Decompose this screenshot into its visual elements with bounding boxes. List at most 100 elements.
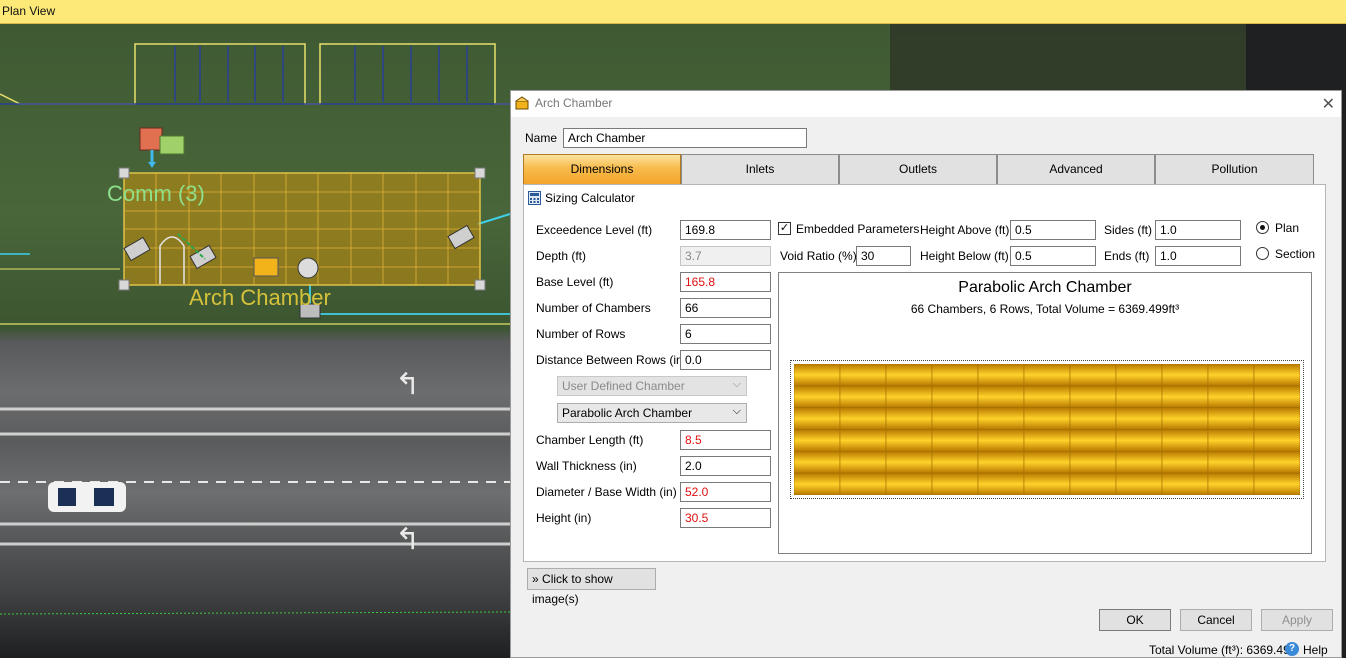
height-above-field[interactable]: 0.5 bbox=[1010, 220, 1096, 240]
plan-radio[interactable] bbox=[1256, 221, 1269, 234]
chamber-cell bbox=[977, 363, 1025, 387]
chamber-preview: Parabolic Arch Chamber 66 Chambers, 6 Ro… bbox=[778, 272, 1312, 554]
arch-chamber-dialog: Arch Chamber ✕ Name Arch Chamber Dimensi… bbox=[510, 90, 1342, 658]
apply-button[interactable]: Apply bbox=[1261, 609, 1333, 631]
chamber-cell bbox=[1023, 385, 1071, 408]
chamber-cell bbox=[1253, 472, 1301, 496]
chamber-cell bbox=[1023, 407, 1071, 430]
chamber-length-label: Chamber Length (ft) bbox=[536, 433, 644, 447]
tab-advanced[interactable]: Advanced bbox=[997, 154, 1155, 185]
chamber-cell bbox=[885, 429, 933, 452]
map-label-arch-chamber[interactable]: Arch Chamber bbox=[189, 285, 331, 311]
chamber-cell bbox=[1115, 451, 1163, 474]
name-label: Name bbox=[525, 131, 558, 145]
wall-thickness-field[interactable]: 2.0 bbox=[680, 456, 771, 476]
chamber-cell bbox=[1253, 451, 1301, 474]
exceedence-label: Exceedence Level (ft) bbox=[536, 223, 653, 237]
calculator-icon[interactable] bbox=[528, 191, 541, 205]
chamber-cell bbox=[1069, 429, 1117, 452]
chamber-cell bbox=[839, 385, 887, 408]
chamber-cell bbox=[977, 451, 1025, 474]
height-below-label: Height Below (ft) bbox=[920, 249, 1009, 263]
height-above-label: Height Above (ft) bbox=[920, 223, 1010, 237]
chamber-cell bbox=[1069, 451, 1117, 474]
chamber-cell bbox=[1161, 407, 1209, 430]
diameter-label: Diameter / Base Width (in) bbox=[536, 485, 677, 499]
map-label-comm[interactable]: Comm (3) bbox=[107, 181, 205, 207]
void-ratio-label: Void Ratio (%) bbox=[780, 249, 857, 263]
chamber-cell bbox=[1023, 363, 1071, 387]
tab-pollution[interactable]: Pollution bbox=[1155, 154, 1314, 185]
chamber-cell bbox=[885, 385, 933, 408]
preview-subtitle: 66 Chambers, 6 Rows, Total Volume = 6369… bbox=[910, 302, 1180, 316]
name-field[interactable]: Arch Chamber bbox=[563, 128, 807, 148]
close-icon[interactable]: ✕ bbox=[1322, 94, 1335, 114]
tab-inlets[interactable]: Inlets bbox=[681, 154, 839, 185]
chamber-cell bbox=[1023, 451, 1071, 474]
cancel-button[interactable]: Cancel bbox=[1180, 609, 1252, 631]
chamber-cell bbox=[885, 407, 933, 430]
depth-label: Depth (ft) bbox=[536, 249, 587, 263]
section-radio[interactable] bbox=[1256, 247, 1269, 260]
chamber-cell bbox=[839, 429, 887, 452]
chamber-cell bbox=[1023, 429, 1071, 452]
base-level-field[interactable]: 165.8 bbox=[680, 272, 771, 292]
plan-view-titlebar: Plan View bbox=[0, 0, 1346, 24]
chamber-length-field[interactable]: 8.5 bbox=[680, 430, 771, 450]
number-of-rows-field[interactable]: 6 bbox=[680, 324, 771, 344]
chamber-cell bbox=[793, 472, 841, 496]
chamber-cell bbox=[1069, 385, 1117, 408]
chamber-cell bbox=[1115, 363, 1163, 387]
ends-field[interactable]: 1.0 bbox=[1155, 246, 1241, 266]
chamber-cell bbox=[931, 451, 979, 474]
chamber-cell bbox=[839, 451, 887, 474]
row-distance-field[interactable]: 0.0 bbox=[680, 350, 771, 370]
chamber-type-dropdown[interactable]: Parabolic Arch Chamber ⌵ bbox=[557, 403, 747, 423]
height-field[interactable]: 30.5 bbox=[680, 508, 771, 528]
height-below-field[interactable]: 0.5 bbox=[1010, 246, 1096, 266]
chamber-cell bbox=[1115, 407, 1163, 430]
chamber-cell bbox=[1161, 451, 1209, 474]
chamber-cell bbox=[1161, 385, 1209, 408]
chamber-cell bbox=[977, 385, 1025, 408]
show-images-button[interactable]: » Click to show image(s) bbox=[527, 568, 656, 606]
plan-view-title: Plan View bbox=[2, 4, 56, 18]
chamber-type-value: Parabolic Arch Chamber bbox=[562, 406, 693, 420]
height-label: Height (in) bbox=[536, 511, 592, 525]
chamber-cell bbox=[885, 451, 933, 474]
tab-dimensions[interactable]: Dimensions bbox=[523, 154, 681, 185]
total-volume-status: Total Volume (ft³): 6369.499 bbox=[1149, 643, 1297, 657]
chamber-source-dropdown: User Defined Chamber ⌵ bbox=[557, 376, 747, 396]
number-of-chambers-field[interactable]: 66 bbox=[680, 298, 771, 318]
chamber-cell bbox=[793, 407, 841, 430]
preview-title: Parabolic Arch Chamber bbox=[958, 279, 1132, 296]
help-icon[interactable]: ? bbox=[1285, 642, 1299, 656]
void-ratio-field[interactable]: 30 bbox=[856, 246, 911, 266]
chamber-cell bbox=[1069, 407, 1117, 430]
chamber-cell bbox=[1069, 363, 1117, 387]
sizing-calculator-link[interactable]: Sizing Calculator bbox=[545, 191, 635, 205]
chamber-cell bbox=[885, 472, 933, 496]
chamber-cell bbox=[1207, 429, 1255, 452]
dialog-titlebar: Arch Chamber ✕ bbox=[511, 91, 1341, 117]
row-distance-label: Distance Between Rows (in) bbox=[536, 353, 687, 367]
number-of-rows-label: Number of Rows bbox=[536, 327, 626, 341]
sides-field[interactable]: 1.0 bbox=[1155, 220, 1241, 240]
chamber-cell bbox=[977, 472, 1025, 496]
chamber-cell bbox=[1115, 472, 1163, 496]
chevron-down-icon[interactable]: ⌵ bbox=[733, 405, 741, 418]
chamber-cell bbox=[1207, 407, 1255, 430]
chamber-cell bbox=[793, 363, 841, 387]
chamber-cell bbox=[931, 363, 979, 387]
chevron-down-icon: ⌵ bbox=[732, 378, 741, 390]
chamber-source-value: User Defined Chamber bbox=[562, 379, 685, 393]
embedded-parameters-checkbox[interactable]: ✓ bbox=[778, 222, 791, 235]
help-link[interactable]: Help bbox=[1303, 643, 1328, 657]
chamber-cell bbox=[793, 385, 841, 408]
exceedence-field[interactable]: 169.8 bbox=[680, 220, 771, 240]
tab-outlets[interactable]: Outlets bbox=[839, 154, 997, 185]
chamber-cell bbox=[839, 407, 887, 430]
wall-thickness-label: Wall Thickness (in) bbox=[536, 459, 637, 473]
ok-button[interactable]: OK bbox=[1099, 609, 1171, 631]
diameter-field[interactable]: 52.0 bbox=[680, 482, 771, 502]
